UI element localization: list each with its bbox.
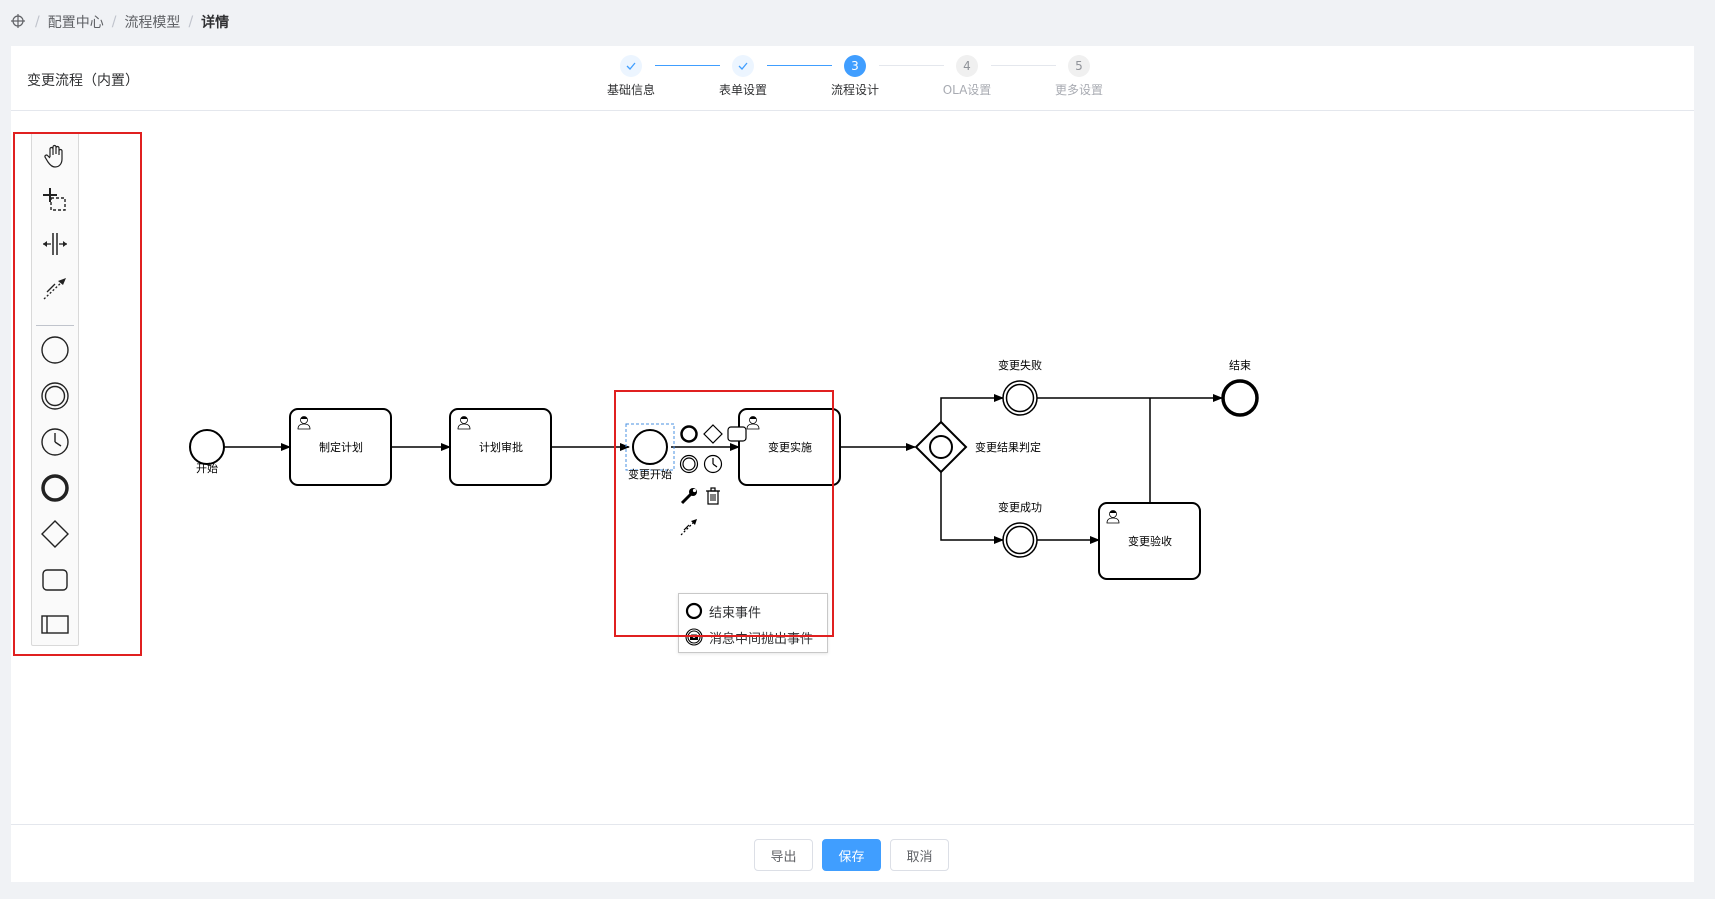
change-fail-label: 变更失败 <box>998 358 1042 372</box>
change-start-label: 变更开始 <box>628 467 672 481</box>
step-basic-info[interactable]: 基础信息 <box>586 55 676 98</box>
intermediate-event-icon[interactable] <box>678 453 700 475</box>
breadcrumb-item-config[interactable]: 配置中心 <box>48 12 104 32</box>
bpmn-diagram[interactable]: 开始 制定计划 计划审批 变更开始 变更实施 变更结果判定 变更失败 变更成功 … <box>11 112 1694 824</box>
decision-gateway[interactable] <box>914 420 968 474</box>
step-ola-settings[interactable]: 4 OLA设置 <box>922 55 1012 98</box>
message-throw-event-icon <box>685 628 703 646</box>
end-event-icon <box>685 602 703 620</box>
breadcrumb-separator: / <box>111 14 117 30</box>
footer: 导出 保存 取消 <box>11 824 1694 882</box>
connect-icon[interactable] <box>678 516 700 538</box>
change-start-event[interactable] <box>632 429 668 465</box>
bpmn-canvas[interactable]: 开始 制定计划 计划审批 变更开始 变更实施 变更结果判定 变更失败 变更成功 … <box>11 112 1694 824</box>
breadcrumb: / 配置中心 / 流程模型 / 详情 <box>11 12 229 32</box>
step-label: 流程设计 <box>830 83 879 97</box>
end-event[interactable] <box>1221 379 1259 417</box>
step-label: 更多设置 <box>1054 83 1103 97</box>
change-success-event[interactable] <box>1002 522 1038 558</box>
step-number: 3 <box>844 55 866 77</box>
task-approve-label: 计划审批 <box>479 440 523 454</box>
end-event-label: 结束 <box>1229 359 1251 372</box>
export-button[interactable]: 导出 <box>754 839 813 871</box>
move-cross-icon <box>11 14 27 30</box>
cancel-button[interactable]: 取消 <box>890 839 949 871</box>
step-label: 表单设置 <box>718 83 767 97</box>
replace-popup-menu: 结束事件 消息中间抛出事件 <box>678 593 828 653</box>
task-plan-label: 制定计划 <box>319 440 363 454</box>
page-header: 变更流程（内置） 基础信息 表单设置 3 流程设计 4 OLA设置 5 更多设置 <box>11 46 1694 111</box>
breadcrumb-separator: / <box>188 14 194 30</box>
step-number: 5 <box>1068 55 1090 77</box>
check-icon <box>732 55 754 77</box>
task-implement-label: 变更实施 <box>768 440 812 454</box>
step-label: 基础信息 <box>606 83 655 97</box>
change-success-label: 变更成功 <box>998 500 1042 514</box>
start-event-label: 开始 <box>196 461 218 475</box>
task-icon[interactable] <box>726 423 748 445</box>
sequence-flow[interactable] <box>940 394 1004 422</box>
step-number: 4 <box>956 55 978 77</box>
trash-icon[interactable] <box>702 485 724 507</box>
gateway-icon[interactable] <box>702 423 724 445</box>
main-card: 变更流程（内置） 基础信息 表单设置 3 流程设计 4 OLA设置 5 更多设置… <box>11 46 1694 882</box>
sequence-flow[interactable] <box>940 472 1004 544</box>
save-button[interactable]: 保存 <box>822 839 881 871</box>
popup-item-label: 消息中间抛出事件 <box>709 631 814 647</box>
popup-item-end-event[interactable]: 结束事件 <box>685 599 761 623</box>
popup-item-label: 结束事件 <box>709 605 762 621</box>
step-more-settings[interactable]: 5 更多设置 <box>1034 55 1124 98</box>
check-icon <box>620 55 642 77</box>
step-label: OLA设置 <box>942 83 992 97</box>
timer-event-icon[interactable] <box>702 453 724 475</box>
start-event[interactable] <box>189 429 225 465</box>
steps: 基础信息 表单设置 3 流程设计 4 OLA设置 5 更多设置 <box>11 46 1694 111</box>
end-event-icon[interactable] <box>678 423 700 445</box>
wrench-icon[interactable] <box>678 485 700 507</box>
step-form-settings[interactable]: 表单设置 <box>698 55 788 98</box>
gateway-label: 变更结果判定 <box>975 440 1041 454</box>
step-flow-design[interactable]: 3 流程设计 <box>810 55 900 98</box>
popup-item-message-throw-event[interactable]: 消息中间抛出事件 <box>685 625 813 649</box>
breadcrumb-item-model[interactable]: 流程模型 <box>124 12 180 32</box>
change-fail-event[interactable] <box>1002 380 1038 416</box>
task-accept-label: 变更验收 <box>1128 534 1172 548</box>
breadcrumb-current: 详情 <box>201 15 230 31</box>
breadcrumb-separator: / <box>35 14 40 30</box>
